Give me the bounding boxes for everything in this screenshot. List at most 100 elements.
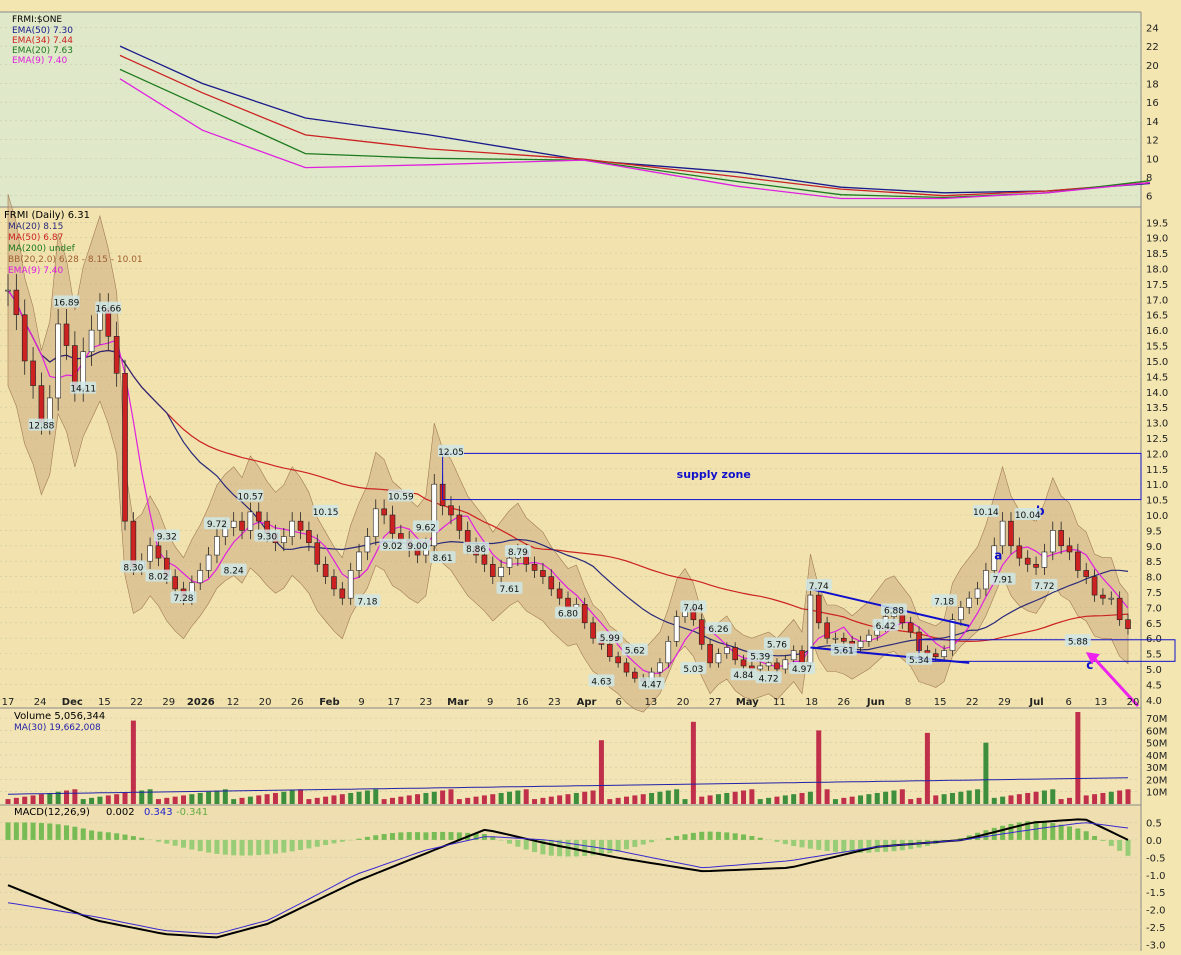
- price-annotation: 8.30: [123, 563, 143, 573]
- volume-bar: [833, 799, 838, 804]
- x-tick-label: 9: [358, 697, 364, 708]
- candle-body: [566, 598, 571, 607]
- volume-bar: [1017, 794, 1022, 804]
- volume-bar: [72, 789, 77, 804]
- volume-bar: [499, 793, 504, 804]
- volume-bar: [1025, 793, 1030, 804]
- macd-histogram-bar: [64, 825, 69, 840]
- volume-bar: [474, 797, 479, 804]
- rs-legend-entry: EMA(50) 7.30: [12, 26, 73, 36]
- volume-bar: [331, 795, 336, 804]
- x-tick-label: 17: [387, 697, 400, 708]
- y-tick-label: 6.5: [1146, 619, 1162, 630]
- x-tick-label: 24: [34, 697, 47, 708]
- macd-histogram-bar: [1042, 822, 1047, 840]
- volume-bar: [841, 798, 846, 804]
- price-annotation: 4.72: [759, 674, 779, 684]
- volume-bar: [281, 792, 286, 804]
- volume-bar: [1059, 799, 1064, 804]
- price-annotation: 5.76: [767, 640, 787, 650]
- candle-body: [357, 552, 362, 570]
- volume-bar: [607, 799, 612, 804]
- candle-body: [198, 570, 203, 582]
- macd-histogram-bar: [415, 832, 420, 840]
- candle-body: [1109, 598, 1114, 599]
- price-annotation: 4.84: [733, 671, 753, 681]
- macd-histogram-bar: [507, 840, 512, 844]
- volume-bar: [532, 799, 537, 804]
- y-tick-label: 12.5: [1146, 434, 1168, 445]
- macd-histogram-bar: [833, 840, 838, 852]
- candle-body: [833, 638, 838, 639]
- candle-body: [766, 663, 771, 666]
- x-tick-label: 20: [259, 697, 272, 708]
- volume-bar: [106, 795, 111, 804]
- price-annotation: 7.18: [357, 597, 377, 607]
- macd-histogram-bar: [1117, 840, 1122, 851]
- candle-body: [666, 641, 671, 663]
- x-tick-label: 22: [966, 697, 979, 708]
- y-tick-label: -2.5: [1146, 923, 1166, 934]
- volume-bar: [666, 791, 671, 804]
- volume-bar: [925, 733, 930, 804]
- volume-bar: [1075, 712, 1080, 804]
- macd-histogram-bar: [1092, 836, 1097, 840]
- candle-body: [808, 595, 813, 663]
- volume-bar: [891, 791, 896, 804]
- y-tick-label: 8.5: [1146, 557, 1162, 568]
- volume-bar: [1100, 793, 1105, 804]
- candle-body: [967, 598, 972, 607]
- volume-bar: [582, 792, 587, 804]
- candle-body: [499, 567, 504, 576]
- volume-bar: [22, 797, 27, 804]
- volume-bar: [265, 794, 270, 804]
- volume-bar: [1109, 792, 1114, 804]
- macd-histogram-bar: [866, 840, 871, 853]
- candle-body: [398, 533, 403, 539]
- candle-body: [331, 577, 336, 589]
- wave-label-a: a: [994, 549, 1002, 563]
- candle-body: [390, 515, 395, 533]
- volume-bar: [716, 794, 721, 804]
- candle-body: [1034, 564, 1039, 567]
- y-tick-label: 13.0: [1146, 419, 1168, 430]
- y-tick-label: 12: [1146, 136, 1159, 147]
- volume-bar: [908, 799, 913, 804]
- candle-body: [933, 654, 938, 657]
- price-annotation: 7.72: [1034, 582, 1054, 592]
- macd-histogram-bar: [47, 823, 52, 839]
- candle-body: [315, 543, 320, 565]
- macd-histogram-bar: [373, 835, 378, 840]
- candle-body: [31, 361, 36, 386]
- volume-bar: [490, 794, 495, 804]
- y-tick-label: 10M: [1146, 788, 1167, 799]
- supply-zone-label: supply zone: [677, 468, 751, 481]
- macd-histogram-bar: [97, 832, 102, 840]
- volume-bar: [883, 792, 888, 804]
- candle-body: [958, 607, 963, 619]
- candle-body: [841, 638, 846, 641]
- candle-body: [490, 564, 495, 576]
- y-tick-label: -1.0: [1146, 871, 1166, 882]
- x-tick-label: Apr: [577, 697, 597, 708]
- y-tick-label: 19.5: [1146, 218, 1168, 229]
- candle-body: [206, 555, 211, 570]
- macd-histogram-bar: [164, 840, 169, 844]
- macd-histogram-bar: [382, 834, 387, 840]
- volume-bar: [148, 789, 153, 804]
- candle-body: [148, 546, 153, 561]
- candle-body: [14, 290, 19, 315]
- macd-histogram-bar: [365, 837, 370, 840]
- x-tick-label: 20: [677, 697, 690, 708]
- candle-body: [507, 558, 512, 567]
- candle-body: [1075, 552, 1080, 570]
- x-tick-label: 18: [805, 697, 818, 708]
- volume-bar: [97, 797, 102, 804]
- candle-body: [348, 570, 353, 598]
- x-tick-label: 15: [98, 697, 111, 708]
- candle-body: [825, 623, 830, 638]
- x-tick-label: 23: [419, 697, 432, 708]
- rs-panel-bg: [0, 12, 1141, 207]
- macd-histogram-bar: [240, 840, 245, 856]
- macd-histogram-bar: [800, 840, 805, 847]
